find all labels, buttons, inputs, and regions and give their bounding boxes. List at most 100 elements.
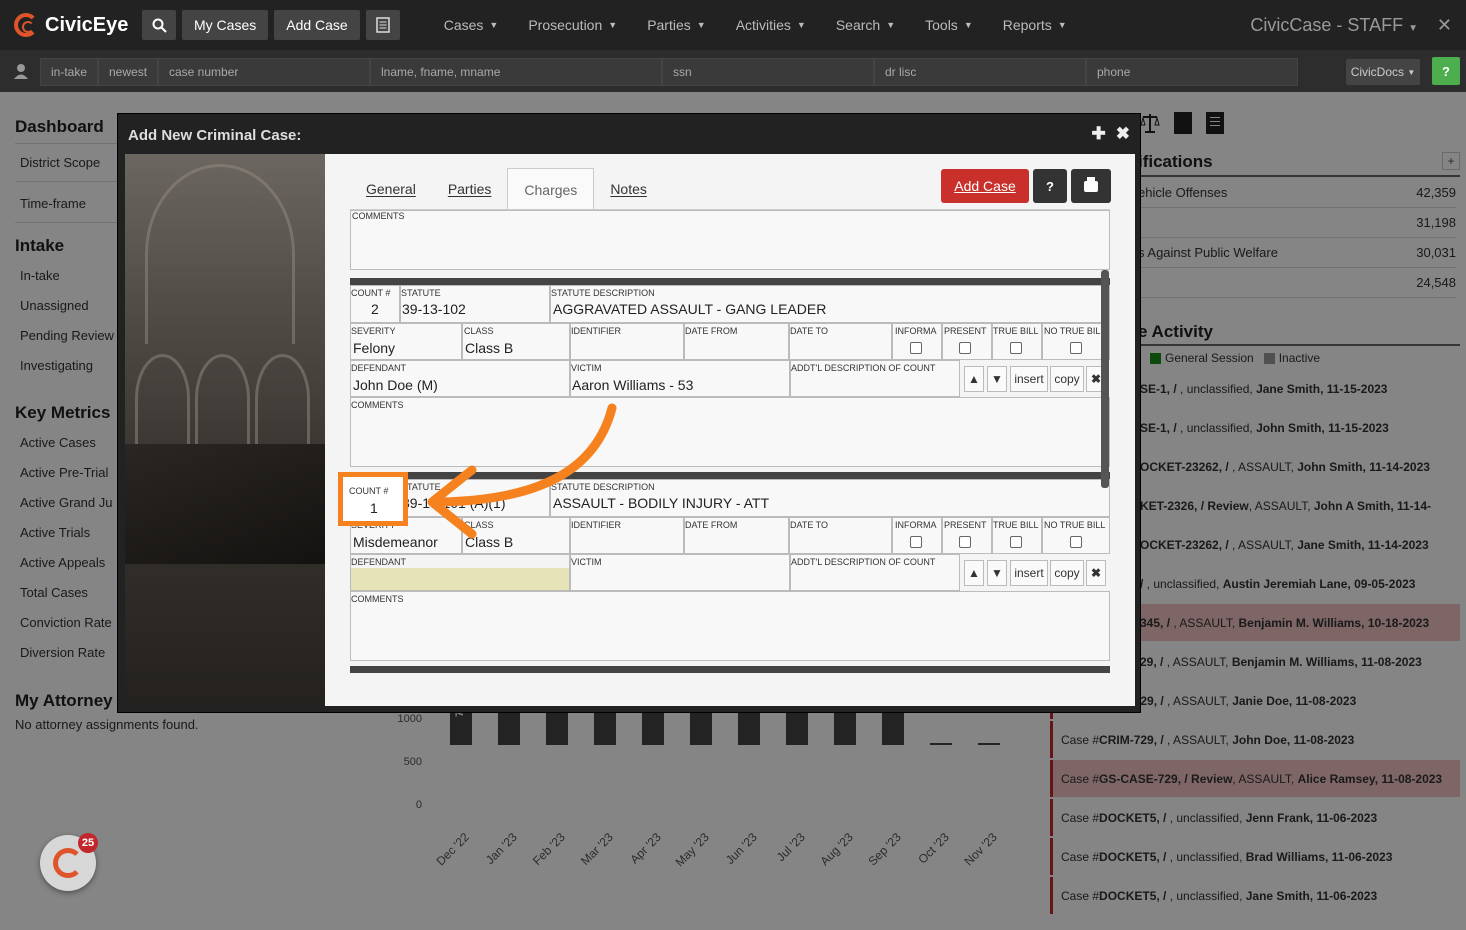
insert-button[interactable]: insert: [1010, 366, 1048, 392]
scrollbar[interactable]: [1101, 270, 1109, 488]
true-bill-checkbox[interactable]: [1010, 342, 1022, 354]
class-value: Class B: [465, 534, 514, 550]
case-comments-field[interactable]: [350, 210, 1110, 270]
informa-checkbox[interactable]: [910, 342, 922, 354]
defendant-label: DEFENDANT: [351, 557, 407, 567]
charge-separator: [350, 278, 1110, 285]
move-down-button[interactable]: ▼: [987, 366, 1007, 392]
expand-icon[interactable]: ✚: [1092, 124, 1106, 144]
caret-down-icon: ▼: [1407, 67, 1416, 77]
help-button[interactable]: ?: [1033, 169, 1067, 203]
count-number-field-highlight[interactable]: COUNT # 1: [338, 472, 408, 526]
caret-down-icon: ▼: [1057, 20, 1067, 30]
copy-button[interactable]: copy: [1050, 366, 1084, 392]
informa-checkbox[interactable]: [910, 536, 922, 548]
present-checkbox[interactable]: [959, 536, 971, 548]
add-criminal-case-modal: Add New Criminal Case: ✚ ✖ General Parti…: [117, 113, 1141, 713]
severity-value: Misdemeanor: [353, 534, 438, 550]
tab-general[interactable]: General: [350, 168, 432, 210]
caret-down-icon: ▼: [489, 20, 499, 30]
civiceye-logo[interactable]: CivicEye: [14, 13, 142, 37]
ssn-input[interactable]: ssn: [662, 58, 874, 86]
victim-label: VICTIM: [571, 557, 602, 567]
newest-filter[interactable]: newest: [98, 58, 158, 86]
insert-button[interactable]: insert: [1010, 560, 1048, 586]
no-true-bill-checkbox[interactable]: [1070, 536, 1082, 548]
delete-count-button[interactable]: ✖: [1086, 560, 1106, 586]
count-label: COUNT #: [349, 486, 389, 496]
menu-cases[interactable]: Cases ▼: [444, 17, 499, 33]
user-icon[interactable]: [12, 62, 30, 80]
dr-lisc-input[interactable]: dr lisc: [874, 58, 1086, 86]
informa-label: INFORMA: [895, 326, 937, 336]
severity-value: Felony: [353, 340, 396, 356]
informa-label: INFORMA: [895, 520, 937, 530]
intake-filter[interactable]: in-take: [40, 58, 98, 86]
top-navbar: CivicEye My Cases Add Case Cases ▼ Prosec…: [0, 0, 1466, 50]
courtroom-photo: [125, 154, 325, 706]
defendant-value: John Doe (M): [353, 377, 438, 393]
civicdocs-dropdown[interactable]: CivicDocs ▼: [1346, 59, 1420, 85]
print-button[interactable]: [1071, 169, 1111, 203]
caret-down-icon: ▼: [608, 20, 618, 30]
arch-decoration: [135, 354, 190, 444]
caret-down-icon: ▼: [886, 20, 896, 30]
date-from-label: DATE FROM: [685, 326, 738, 336]
help-button[interactable]: ?: [1432, 57, 1460, 85]
present-label: PRESENT: [944, 326, 987, 336]
case-form-panel: General Parties Charges Notes Add Case ?…: [325, 154, 1135, 706]
statute-description-value: ASSAULT - BODILY INJURY - ATT: [553, 495, 770, 511]
modal-title: Add New Criminal Case:: [128, 127, 302, 144]
count-value: 1: [370, 500, 378, 516]
search-button[interactable]: [142, 10, 176, 40]
tab-charges[interactable]: Charges: [507, 168, 595, 210]
add-case-button[interactable]: Add Case: [941, 169, 1029, 203]
name-input[interactable]: lname, fname, mname: [370, 58, 662, 86]
class-label: CLASS: [464, 520, 494, 530]
count-comments-field[interactable]: [350, 591, 1110, 661]
staff-dropdown[interactable]: CivicCase - STAFF ▼: [1250, 15, 1418, 36]
arch-decoration: [145, 164, 295, 344]
menu-tools[interactable]: Tools ▼: [925, 17, 973, 33]
phone-input[interactable]: phone: [1086, 58, 1298, 86]
tab-parties[interactable]: Parties: [432, 168, 508, 210]
count-comments-field[interactable]: [350, 397, 1110, 467]
tab-notes[interactable]: Notes: [594, 168, 663, 210]
move-up-button[interactable]: ▲: [964, 560, 984, 586]
statute-label: STATUTE: [401, 288, 441, 298]
printer-icon: [1084, 176, 1098, 192]
true-bill-checkbox[interactable]: [1010, 536, 1022, 548]
menu-reports[interactable]: Reports ▼: [1003, 17, 1067, 33]
add-case-nav-button[interactable]: Add Case: [274, 10, 360, 40]
menu-search[interactable]: Search ▼: [836, 17, 895, 33]
my-cases-button[interactable]: My Cases: [182, 10, 269, 40]
close-icon[interactable]: ✕: [1437, 15, 1452, 36]
addtl-description-label: ADDT'L DESCRIPTION OF COUNT: [791, 557, 936, 567]
menu-parties[interactable]: Parties ▼: [647, 17, 706, 33]
close-icon[interactable]: ✖: [1116, 124, 1130, 144]
move-down-button[interactable]: ▼: [987, 560, 1007, 586]
true-bill-label: TRUE BILL: [993, 520, 1039, 530]
quick-search-bar: in-take newest case number lname, fname,…: [0, 50, 1466, 92]
copy-button[interactable]: copy: [1050, 560, 1084, 586]
class-value: Class B: [465, 340, 514, 356]
menu-prosecution[interactable]: Prosecution ▼: [528, 17, 617, 33]
menu-activities[interactable]: Activities ▼: [736, 17, 806, 33]
civiceye-fab[interactable]: 25: [40, 833, 98, 891]
search-icon: [152, 18, 167, 33]
calculator-button[interactable]: [365, 10, 400, 40]
victim-field[interactable]: [570, 554, 790, 591]
move-up-button[interactable]: ▲: [964, 366, 984, 392]
statute-description-label: STATUTE DESCRIPTION: [551, 482, 655, 492]
identifier-label: IDENTIFIER: [571, 520, 622, 530]
caret-down-icon: ▼: [696, 20, 706, 30]
count-value: 2: [371, 301, 379, 317]
case-number-input[interactable]: case number: [158, 58, 370, 86]
present-label: PRESENT: [944, 520, 987, 530]
identifier-label: IDENTIFIER: [571, 326, 622, 336]
calculator-icon: [375, 17, 390, 33]
statute-description-value: AGGRAVATED ASSAULT - GANG LEADER: [553, 301, 827, 317]
statute-value: 39-13-101 (A)(1): [402, 495, 506, 511]
no-true-bill-checkbox[interactable]: [1070, 342, 1082, 354]
present-checkbox[interactable]: [959, 342, 971, 354]
